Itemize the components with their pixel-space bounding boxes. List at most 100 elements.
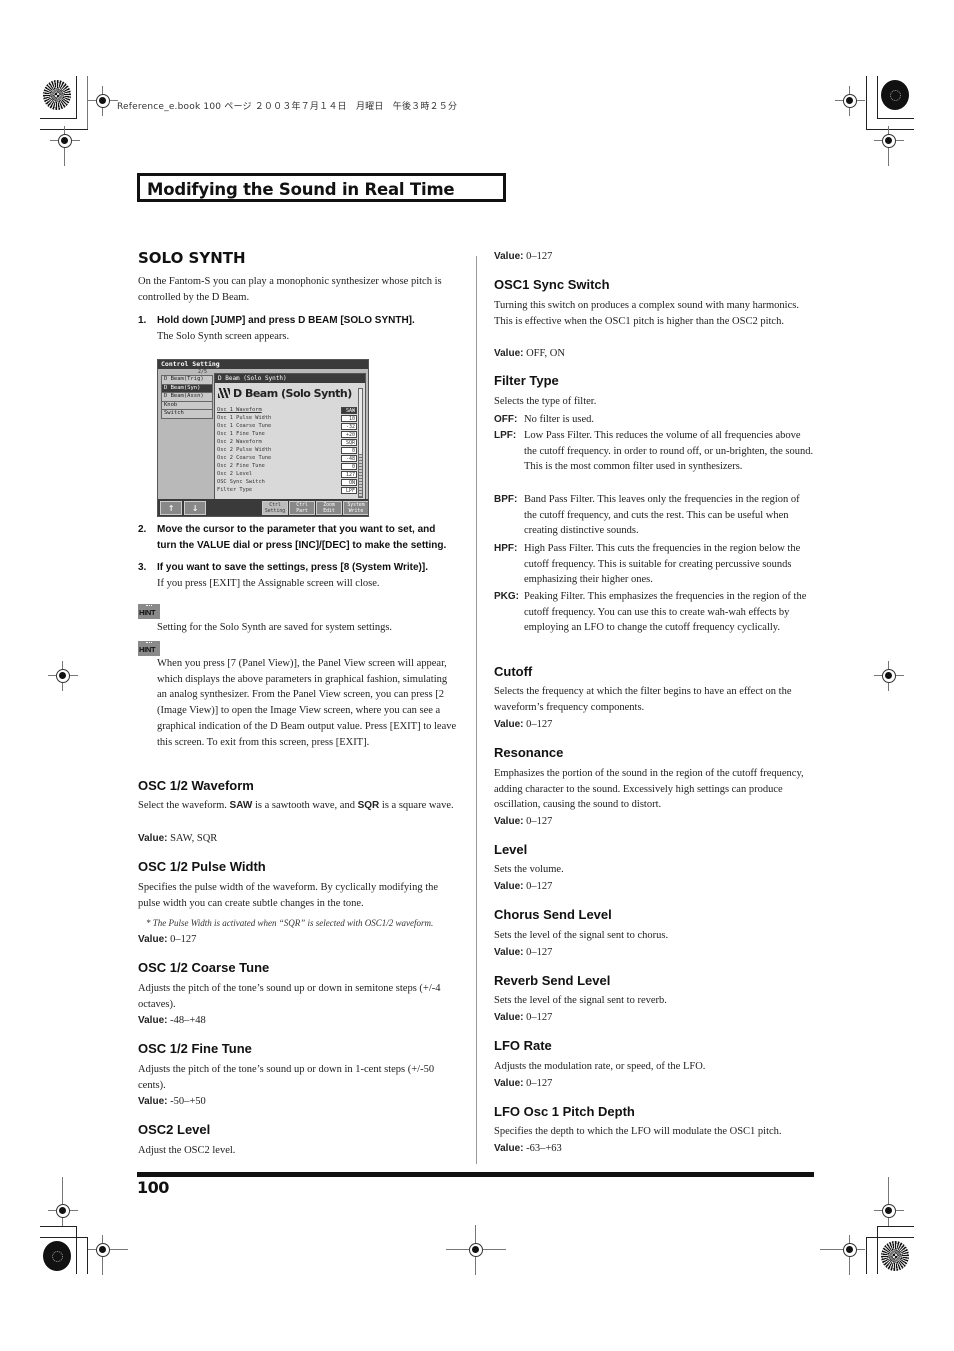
lcd-row-value: LPF (341, 487, 357, 494)
param-title: Reverb Send Level (494, 973, 611, 988)
param-title: LFO Rate (494, 1038, 552, 1053)
param-title: OSC 1/2 Coarse Tune (138, 960, 270, 975)
value-label: Value: (494, 719, 524, 730)
step-3-result: If you press [EXIT] the Assignable scree… (157, 578, 380, 589)
lcd-big-title: D Beam (Solo Synth) (218, 387, 352, 400)
value-text: 0–127 (526, 881, 553, 892)
desc-keyword: SAW (229, 800, 253, 811)
param-value: Value: OFF, ON (494, 348, 565, 359)
value-text: 0–127 (526, 719, 553, 730)
crosshair-icon (835, 86, 865, 116)
lcd-btn-zoom-edit: Zoom Edit (316, 501, 342, 515)
crosshair-icon (820, 1235, 865, 1275)
param-desc: Emphasizes the portion of the sound in t… (494, 768, 804, 811)
print-metadata: Reference_e.book 100 ページ ２００３年７月１４日 月曜日 … (117, 102, 458, 112)
value-text: -50–+50 (170, 1096, 206, 1107)
lcd-panel: D Beam (Solo Synth) D Beam (Solo Synth) … (214, 373, 366, 501)
value-text: 0–127 (526, 1078, 553, 1089)
lcd-tab-dbeam-assn: D Beam(Assn) (161, 392, 213, 401)
value-text: OFF, ON (526, 348, 565, 359)
lcd-tab-dbeam-syn: D Beam(Syn) (161, 383, 213, 392)
lcd-row: Osc 2 Coarse Tune -48 (217, 454, 357, 462)
crop-line (877, 1226, 878, 1274)
lcd-row-name: OSC Sync Switch (217, 479, 265, 485)
value-text: 0–127 (526, 947, 553, 958)
crop-line (888, 1177, 889, 1197)
value-text: 0–127 (526, 816, 553, 827)
page-number: 100 (137, 1178, 169, 1197)
crop-line (877, 76, 878, 119)
lcd-row: Osc 2 Pulse Width 0 (217, 446, 357, 454)
lcd-scrollbar (358, 388, 363, 498)
lcd-row: Osc 2 Level 127 (217, 470, 357, 478)
param-desc: Specifies the depth to which the LFO wil… (494, 1126, 782, 1137)
crop-line (40, 1237, 88, 1238)
registration-dot-icon (881, 80, 909, 110)
crosshair-icon (874, 126, 904, 166)
value-label: Value: (494, 947, 524, 958)
lcd-tab-switch: Switch (161, 409, 213, 419)
param-desc: Turning this switch on produces a comple… (494, 300, 799, 327)
lcd-row-value: 127 (341, 471, 357, 478)
param-desc: Adjusts the pitch of the tone’s sound up… (138, 983, 441, 1010)
term-key: OFF: (494, 414, 518, 425)
column-divider (476, 256, 477, 1164)
lcd-row: Osc 2 Waveform SQR (217, 438, 357, 446)
param-title: OSC2 Level (138, 1122, 211, 1137)
crosshair-icon (446, 1225, 506, 1275)
crop-line (76, 1226, 77, 1274)
lcd-row: Filter Type LPF (217, 486, 357, 494)
intro-paragraph: On the Fantom-S you can play a monophoni… (138, 276, 442, 303)
value-label: Value: (494, 881, 524, 892)
lcd-row: Osc 1 Coarse Tune -32 (217, 422, 357, 430)
step-number: 2. (138, 524, 147, 535)
term-desc: No filter is used. (524, 414, 594, 425)
arrow-up-icon: ↑ (160, 501, 182, 515)
value-label: Value: (494, 1012, 524, 1023)
section-title-box: Modifying the Sound in Real Time (137, 173, 506, 202)
lcd-tabs: D Beam(Trig) D Beam(Syn) D Beam(Assn) Kn… (161, 375, 213, 419)
desc-keyword: SQR (357, 800, 380, 811)
crop-line (877, 118, 914, 119)
hint-label: HINT (139, 608, 156, 617)
param-title: OSC 1/2 Fine Tune (138, 1041, 252, 1056)
lcd-row-value: +20 (341, 431, 357, 438)
param-desc: Sets the level of the signal sent to rev… (494, 995, 667, 1006)
dbeam-wing-icon (218, 388, 230, 398)
heading-solo-synth: SOLO SYNTH (138, 249, 246, 267)
step-text: Hold down [JUMP] and press D BEAM [SOLO … (157, 315, 415, 326)
crosshair-icon (874, 1196, 904, 1226)
lcd-row-value: -48 (341, 455, 357, 462)
param-title: OSC 1/2 Pulse Width (138, 859, 266, 874)
lcd-row-name: Osc 1 Waveform (217, 407, 262, 413)
term-key: HPF: (494, 543, 518, 554)
lcd-row-value: ON (341, 479, 357, 486)
hint-icon: HINT (138, 641, 160, 656)
value-label: Value: (138, 1096, 168, 1107)
param-desc: Specifies the pulse width of the wavefor… (138, 882, 439, 909)
param-title: OSC1 Sync Switch (494, 277, 610, 292)
param-desc: Adjust the OSC2 level. (138, 1145, 236, 1156)
crosshair-icon (48, 1196, 78, 1226)
param-title: LFO Osc 1 Pitch Depth (494, 1104, 635, 1119)
param-value: Value: 0–127 (138, 934, 196, 945)
hint-text: When you press [7 (Panel View)], the Pan… (157, 658, 457, 748)
param-desc: Sets the volume. (494, 864, 564, 875)
value-text: 0–127 (526, 251, 553, 262)
crop-line (40, 118, 77, 119)
crop-line (866, 76, 867, 130)
crosshair-icon (88, 1235, 128, 1275)
term-key: LPF: (494, 430, 517, 441)
crop-line (62, 1177, 63, 1197)
lcd-scroll-thumb (359, 453, 362, 497)
param-value: Value: -63–+63 (494, 1143, 562, 1154)
section-title: Modifying the Sound in Real Time (147, 180, 455, 199)
crosshair-icon (88, 86, 118, 116)
crop-line (866, 1237, 914, 1238)
lcd-row-name: Osc 2 Pulse Width (217, 447, 272, 453)
lcd-tab-knob: Knob (161, 400, 213, 409)
value-text: -48–+48 (170, 1015, 206, 1026)
lcd-row: Osc 2 Fine Tune 0 (217, 462, 357, 470)
param-desc: Adjusts the pitch of the tone’s sound up… (138, 1064, 435, 1091)
lcd-row-value: 0 (341, 447, 357, 454)
